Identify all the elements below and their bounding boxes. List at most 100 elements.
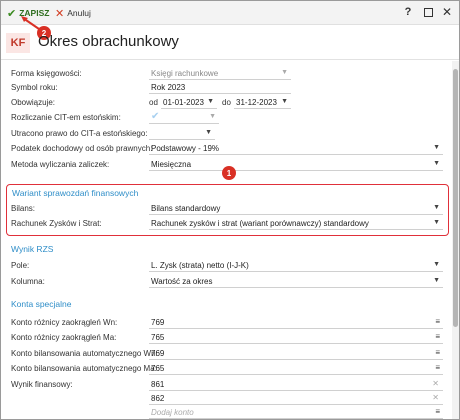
cancel-button[interactable]: ✕ Anuluj [55, 6, 91, 20]
row-wynik: Wynik finansowy: 861 ✕ [1, 378, 451, 392]
date-from-input[interactable]: 01-01-2023 ▼ [161, 96, 217, 109]
remove-icon[interactable]: ✕ [432, 393, 439, 402]
row-roznicy-ma: Konto różnicy zaokrągleń Ma: 765 ≡ [1, 331, 451, 345]
row-cit: Rozliczanie CIT-em estońskim: ✔ ▼ [1, 111, 451, 125]
metoda-value: Miesięczna [151, 160, 192, 169]
rzis-value: Rachunek zysków i strat (wariant porówna… [151, 219, 369, 228]
pole-value: L. Zysk (strata) netto (I-J-K) [151, 261, 249, 270]
od-label: od [149, 98, 158, 107]
cit-label: Rozliczanie CIT-em estońskim: [11, 113, 121, 122]
roznicy-wn-input[interactable]: 769 ≡ [149, 316, 443, 329]
podatek-value: Podstawowy - 19% [151, 144, 220, 153]
rzis-select[interactable]: Rachunek zysków i strat (wariant porówna… [149, 217, 443, 230]
chevron-down-icon: ▼ [205, 129, 212, 136]
chevron-down-icon: ▼ [433, 204, 440, 211]
menu-icon[interactable]: ≡ [435, 348, 440, 357]
wynik-item: 862 ✕ [149, 392, 443, 405]
chevron-down-icon: ▼ [207, 98, 214, 105]
close-button[interactable]: ✕ [440, 5, 454, 19]
date-to-input[interactable]: 31-12-2023 ▼ [234, 96, 291, 109]
scrollbar-thumb[interactable] [453, 69, 458, 327]
utracono-select[interactable]: ▼ [149, 127, 215, 140]
wynik-value: 861 [151, 380, 165, 389]
podatek-select[interactable]: Podstawowy - 19% ▼ [149, 142, 443, 155]
roznicy-wn-label: Konto różnicy zaokrągleń Wn: [11, 318, 118, 327]
bilans-label: Bilans: [11, 204, 36, 213]
add-account-input[interactable]: Dodaj konto ≡ [149, 406, 443, 419]
maximize-button[interactable] [421, 5, 435, 19]
bilans-ma-input[interactable]: 765 ≡ [149, 362, 443, 375]
wynik-rzs-title: Wynik RZS [11, 244, 54, 254]
konta-title: Konta specjalne [11, 299, 72, 309]
row-bilans-wn: Konto bilansowania automatycznego Wn: 76… [1, 347, 451, 361]
kolumna-select[interactable]: Wartość za okres ▼ [149, 275, 443, 288]
kolumna-label: Kolumna: [11, 277, 45, 286]
wynik-item: 861 ✕ [149, 378, 443, 391]
roznicy-ma-input[interactable]: 765 ≡ [149, 331, 443, 344]
chevron-down-icon: ▼ [433, 144, 440, 151]
row-kolumna: Kolumna: Wartość za okres ▼ [1, 275, 451, 289]
dialog-window: ✔ ZAPISZ ✕ Anuluj ? ✕ 2 KF Okres obrachu… [0, 0, 460, 420]
forma-value: Księgi rachunkowe [151, 69, 219, 78]
row-bilans: Bilans: Bilans standardowy ▼ [1, 202, 451, 216]
metoda-select[interactable]: Miesięczna ▼ [149, 158, 443, 171]
pole-select[interactable]: L. Zysk (strata) netto (I-J-K) ▼ [149, 259, 443, 272]
date-to-value: 31-12-2023 [236, 98, 277, 107]
date-from-value: 01-01-2023 [163, 98, 204, 107]
dialog-header: KF Okres obrachunkowy [1, 26, 459, 60]
vertical-scrollbar[interactable] [452, 61, 459, 419]
row-obowiazuje: Obowiązuje: od 01-01-2023 ▼ do 31-12-202… [1, 96, 451, 110]
utracono-label: Utracono prawo do CIT-a estońskiego: [11, 129, 148, 138]
kolumna-value: Wartość za okres [151, 277, 213, 286]
chevron-down-icon: ▼ [281, 69, 288, 76]
chevron-down-icon: ▼ [281, 98, 288, 105]
bilans-select[interactable]: Bilans standardowy ▼ [149, 202, 443, 215]
row-roznicy-wn: Konto różnicy zaokrągleń Wn: 769 ≡ [1, 316, 451, 330]
row-forma: Forma księgowości: Księgi rachunkowe ▼ [1, 67, 451, 81]
podatek-label: Podatek dochodowy od osób prawnych: [11, 144, 153, 153]
checkbox-icon: ✔ [151, 111, 160, 122]
chevron-down-icon: ▼ [433, 261, 440, 268]
x-icon: ✕ [55, 7, 65, 20]
row-pole: Pole: L. Zysk (strata) netto (I-J-K) ▼ [1, 259, 451, 273]
roznicy-wn-value: 769 [151, 318, 165, 327]
cit-checkbox[interactable]: ✔ ▼ [149, 111, 219, 124]
form-content: Forma księgowości: Księgi rachunkowe ▼ S… [1, 61, 451, 419]
module-logo: KF [6, 33, 30, 53]
bilans-wn-input[interactable]: 769 ≡ [149, 347, 443, 360]
bilans-wn-value: 769 [151, 349, 165, 358]
maximize-icon [423, 7, 433, 17]
bilans-ma-label: Konto bilansowania automatycznego Ma: [11, 364, 157, 373]
question-icon: ? [404, 6, 412, 18]
cancel-label: Anuluj [67, 8, 91, 18]
remove-icon[interactable]: ✕ [432, 379, 439, 388]
help-button[interactable]: ? [401, 5, 415, 19]
symbol-label: Symbol roku: [11, 83, 58, 92]
callout-badge-1: 1 [222, 166, 236, 180]
check-icon: ✔ [7, 7, 17, 20]
menu-icon[interactable]: ≡ [435, 363, 440, 372]
wariant-title: Wariant sprawozdań finansowych [12, 188, 139, 198]
row-symbol: Symbol roku: Rok 2023 [1, 81, 451, 95]
chevron-down-icon: ▼ [433, 219, 440, 226]
rzis-label: Rachunek Zysków i Strat: [11, 219, 102, 228]
chevron-down-icon: ▼ [209, 113, 216, 120]
toolbar: ✔ ZAPISZ ✕ Anuluj ? ✕ [1, 1, 459, 25]
symbol-input[interactable]: Rok 2023 [149, 81, 291, 94]
obowiazuje-label: Obowiązuje: [11, 98, 56, 107]
menu-icon[interactable]: ≡ [435, 317, 440, 326]
menu-icon[interactable]: ≡ [435, 332, 440, 341]
add-account-placeholder: Dodaj konto [151, 408, 194, 417]
forma-select[interactable]: Księgi rachunkowe ▼ [149, 67, 291, 80]
wynik-label: Wynik finansowy: [11, 380, 73, 389]
roznicy-ma-value: 765 [151, 333, 165, 342]
menu-icon[interactable]: ≡ [435, 407, 440, 416]
row-bilans-ma: Konto bilansowania automatycznego Ma: 76… [1, 362, 451, 376]
row-utracono: Utracono prawo do CIT-a estońskiego: ▼ [1, 127, 451, 141]
chevron-down-icon: ▼ [433, 160, 440, 167]
symbol-value: Rok 2023 [151, 83, 186, 92]
bilans-ma-value: 765 [151, 364, 165, 373]
wynik-value: 862 [151, 394, 165, 403]
page-title: Okres obrachunkowy [38, 33, 179, 50]
do-label: do [222, 98, 231, 107]
